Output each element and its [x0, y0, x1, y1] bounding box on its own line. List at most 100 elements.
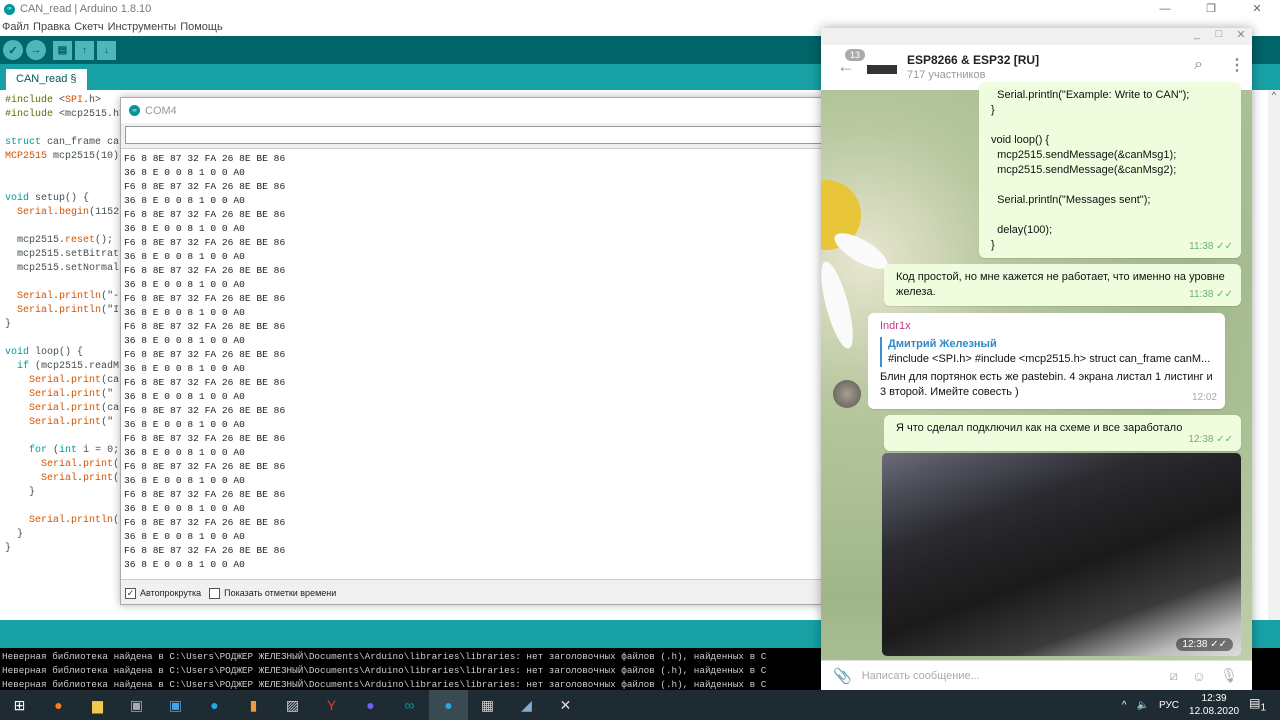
message-author[interactable]: Indr1x [880, 319, 1213, 334]
clock[interactable]: 12:39 12.08.2020 [1189, 692, 1239, 718]
commands-icon[interactable]: ⧄ [1170, 668, 1178, 684]
menu-sketch[interactable]: Скетч [74, 21, 103, 33]
serial-line: 36 8 E 0 0 8 1 0 0 A0 [124, 167, 245, 178]
telegram-icon[interactable]: ● [195, 690, 234, 720]
maximize-button[interactable]: ❐ [1188, 0, 1234, 18]
message-input[interactable]: Написать сообщение... [862, 670, 1170, 682]
menu-help[interactable]: Помощь [180, 21, 223, 33]
serial-line: 36 8 E 0 0 8 1 0 0 A0 [124, 559, 245, 570]
verify-button[interactable]: ✓ [3, 40, 23, 60]
message-outgoing[interactable]: Serial.println("Example: Write to CAN");… [979, 82, 1241, 258]
serial-line: F6 8 8E 87 32 FA 26 8E BE 86 [124, 181, 286, 192]
maximize-button[interactable]: □ [1208, 28, 1230, 45]
emoji-icon[interactable]: ☺ [1192, 668, 1206, 684]
viber-icon[interactable]: ● [351, 690, 390, 720]
code-line: mcp2515.reset(); [5, 235, 114, 246]
serial-line: F6 8 8E 87 32 FA 26 8E BE 86 [124, 265, 286, 276]
close-button[interactable]: ✕ [1234, 0, 1280, 18]
message-outgoing[interactable]: Я что сделал подключил как на схеме и вс… [884, 415, 1241, 451]
new-button[interactable]: ▤ [53, 40, 72, 60]
group-avatar[interactable] [867, 53, 897, 83]
message-time: 12:38 ✓✓ [1188, 434, 1233, 445]
serial-title: COM4 [145, 104, 177, 117]
arduino-logo-icon: ∞ [4, 3, 15, 15]
microphone-icon[interactable]: 🎙 [1220, 667, 1238, 684]
serial-title-bar: ∞ COM4 [121, 98, 821, 123]
timestamps-checkbox[interactable] [209, 587, 221, 599]
menu-file[interactable]: Файл [2, 21, 29, 33]
attach-icon[interactable]: 📎 [833, 667, 852, 685]
save-button[interactable]: ↓ [97, 40, 116, 60]
serial-line: F6 8 8E 87 32 FA 26 8E BE 86 [124, 377, 286, 388]
message-text: Код простой, но мне кажется не работает,… [896, 271, 1225, 298]
code-line: mcp2515.setBitrat [5, 249, 120, 260]
message-text: Serial.println("Example: Write to CAN");… [991, 89, 1190, 251]
more-menu-icon[interactable]: ⋮ [1229, 55, 1245, 75]
user-avatar[interactable] [833, 380, 861, 408]
notifications-icon[interactable]: ▤1 [1249, 696, 1266, 713]
tools-icon[interactable]: ✕ [546, 690, 585, 720]
close-button[interactable]: ✕ [1230, 28, 1252, 45]
message-incoming[interactable]: Indr1x Дмитрий Железный #include <SPI.h> … [868, 313, 1225, 409]
app-icon[interactable]: ▣ [156, 690, 195, 720]
menu-edit[interactable]: Правка [33, 21, 70, 33]
search-icon[interactable]: ⌕ [1194, 56, 1203, 74]
app-icon[interactable]: ▨ [273, 690, 312, 720]
time-text: 11:38 [1189, 289, 1214, 300]
code-line: void setup() { [5, 193, 90, 204]
member-count: 717 участников [907, 69, 986, 81]
editor-scrollbar[interactable]: ^ [1268, 90, 1280, 620]
serial-line: 36 8 E 0 0 8 1 0 0 A0 [124, 391, 245, 402]
arduino-icon[interactable]: ∞ [390, 690, 429, 720]
chat-area[interactable]: Serial.println("Example: Write to CAN");… [821, 82, 1252, 660]
code-editor[interactable]: #include <SPI.h> #include <mcp2515.h> stru… [0, 90, 120, 620]
calculator-icon[interactable]: ▦ [468, 690, 507, 720]
upload-button[interactable]: → [26, 40, 46, 60]
menu-tools[interactable]: Инструменты [108, 21, 177, 33]
serial-line: F6 8 8E 87 32 FA 26 8E BE 86 [124, 237, 286, 248]
file-explorer-icon[interactable]: ▆ [78, 690, 117, 720]
code-line: if (mcp2515.readM [17, 361, 120, 372]
language-indicator[interactable]: РУС [1159, 700, 1179, 711]
serial-line: 36 8 E 0 0 8 1 0 0 A0 [124, 503, 245, 514]
tray-chevron-icon[interactable]: ^ [1122, 700, 1127, 711]
code-line: #include <mcp2515.h> [5, 109, 120, 120]
reply-quote[interactable]: Дмитрий Железный #include <SPI.h> #includ… [880, 337, 1213, 367]
message-outgoing[interactable]: Код простой, но мне кажется не работает,… [884, 264, 1241, 306]
code-line: for (int i = 0; [29, 445, 120, 456]
minimize-button[interactable]: — [1142, 0, 1188, 18]
serial-line: F6 8 8E 87 32 FA 26 8E BE 86 [124, 489, 286, 500]
minimize-button[interactable]: _ [1186, 28, 1208, 45]
photo-message[interactable]: 12:38 ✓✓ [882, 453, 1241, 656]
serial-line: 36 8 E 0 0 8 1 0 0 A0 [124, 419, 245, 430]
firefox-icon[interactable]: ● [39, 690, 78, 720]
serial-line: 36 8 E 0 0 8 1 0 0 A0 [124, 195, 245, 206]
serial-line: F6 8 8E 87 32 FA 26 8E BE 86 [124, 405, 286, 416]
volume-icon[interactable]: 🔈 [1137, 700, 1149, 711]
autoscroll-checkbox[interactable]: ✓ [125, 587, 136, 599]
app-icon[interactable]: ▣ [117, 690, 156, 720]
serial-line: F6 8 8E 87 32 FA 26 8E BE 86 [124, 349, 286, 360]
code-line: Serial.print(" [29, 389, 120, 400]
start-button[interactable]: ⊞ [0, 690, 39, 720]
yandex-browser-icon[interactable]: Y [312, 690, 351, 720]
serial-line: 36 8 E 0 0 8 1 0 0 A0 [124, 531, 245, 542]
app-icon[interactable]: ◢ [507, 690, 546, 720]
media-player-icon[interactable]: ▮ [234, 690, 273, 720]
message-time: 12:02 [1191, 392, 1217, 403]
serial-line: 36 8 E 0 0 8 1 0 0 A0 [124, 447, 245, 458]
serial-send-input[interactable] [125, 126, 825, 144]
message-time: 11:38 ✓✓ [1189, 289, 1233, 300]
tab-can-read[interactable]: CAN_read § [6, 69, 87, 90]
group-name[interactable]: ESP8266 & ESP32 [RU] [907, 53, 1039, 67]
telegram-icon[interactable]: ● [429, 690, 468, 720]
code-line: MCP2515 mcp2515(10) [5, 151, 120, 162]
open-button[interactable]: ↑ [75, 40, 94, 60]
wallpaper-petal [821, 258, 860, 352]
